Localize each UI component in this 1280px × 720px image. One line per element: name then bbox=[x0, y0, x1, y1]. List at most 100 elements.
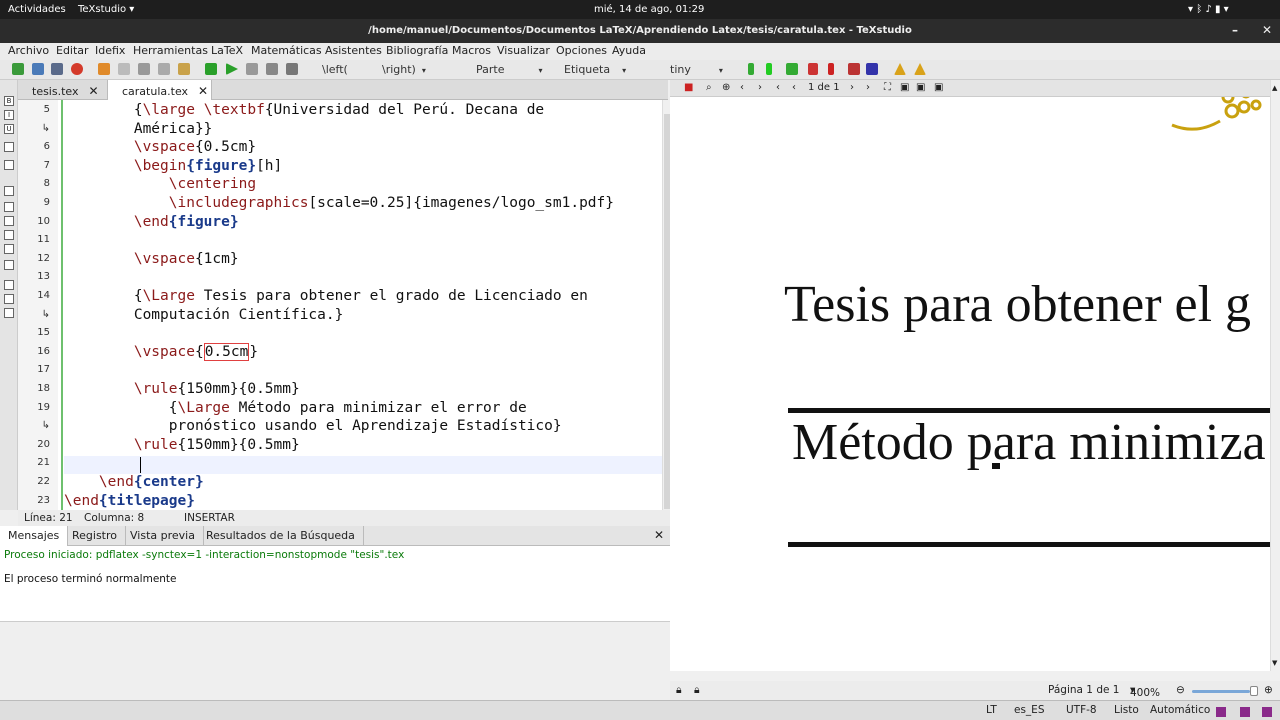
stop-icon[interactable] bbox=[246, 63, 258, 75]
tab-caratula[interactable]: caratula.tex ✕ bbox=[108, 80, 212, 100]
warning-icon[interactable] bbox=[894, 63, 906, 75]
page-indicator[interactable]: 1 de 1 bbox=[808, 82, 840, 93]
view-icon[interactable]: ▣ bbox=[916, 82, 925, 93]
underline-icon[interactable]: U bbox=[4, 124, 14, 134]
code-line[interactable]: \end{center} bbox=[64, 473, 204, 492]
left-delimiter-combo[interactable]: \left( bbox=[322, 63, 348, 76]
redo-icon[interactable] bbox=[118, 63, 130, 75]
next-icon[interactable]: › bbox=[850, 82, 854, 93]
undo-icon[interactable] bbox=[98, 63, 110, 75]
zoom-search-icon[interactable]: ⌕ bbox=[706, 82, 712, 93]
editor-scrollbar[interactable] bbox=[662, 100, 670, 510]
format-icon[interactable] bbox=[4, 280, 14, 290]
format-icon[interactable] bbox=[786, 63, 798, 75]
code-line[interactable]: América}} bbox=[64, 120, 213, 139]
code-line[interactable]: \centering bbox=[64, 175, 256, 194]
zoom-slider[interactable] bbox=[1192, 690, 1250, 693]
lock-icon[interactable]: 🔒︎ bbox=[694, 684, 700, 697]
section-combo[interactable]: Parte ▾ bbox=[476, 63, 543, 76]
prev-page-icon[interactable]: ‹ bbox=[740, 82, 744, 93]
copy-icon[interactable] bbox=[138, 63, 150, 75]
code-line[interactable]: \vspace{0.5cm} bbox=[64, 138, 256, 157]
format-icon[interactable] bbox=[808, 63, 818, 75]
view-icon[interactable]: ▣ bbox=[934, 82, 943, 93]
close-tab-icon[interactable]: ✕ bbox=[89, 84, 99, 98]
zoom-in-icon[interactable]: ⊕ bbox=[722, 82, 730, 93]
zoom-in-icon[interactable]: ⊕ bbox=[1264, 684, 1273, 696]
zoom-level[interactable]: 400% ▾ bbox=[1130, 684, 1160, 699]
menu-archivo[interactable]: Archivo bbox=[8, 44, 49, 57]
list-icon[interactable] bbox=[4, 142, 14, 152]
code-line[interactable]: \rule{150mm}{0.5mm} bbox=[64, 380, 300, 399]
warning-icon[interactable] bbox=[914, 63, 926, 75]
view-pdf-icon[interactable] bbox=[286, 63, 298, 75]
lock-icon[interactable]: 🔒︎ bbox=[676, 684, 682, 697]
right-delimiter-combo[interactable]: \right) ▾ bbox=[382, 63, 426, 76]
zoom-out-icon[interactable]: ⊖ bbox=[1176, 684, 1185, 696]
format-icon[interactable] bbox=[866, 63, 878, 75]
code-editor[interactable]: 5 ↳ 6 7 8 9 10 11 12 13 14 ↳ 15 16 17 18 19 ↳ 20 21 22 23 {\l… bbox=[18, 100, 662, 510]
new-file-icon[interactable] bbox=[12, 63, 24, 75]
tab-resultados-busqueda[interactable]: Resultados de la Búsqueda bbox=[198, 526, 364, 546]
wifi-icon[interactable]: ▾ ᛒ ♪ ▮ ▾ bbox=[1188, 4, 1229, 15]
encoding-selector[interactable]: UTF-8 bbox=[1066, 704, 1097, 716]
paste-icon[interactable] bbox=[178, 63, 190, 75]
menu-matematicas[interactable]: Matemáticas bbox=[251, 44, 322, 57]
code-line[interactable]: Computación Científica.} bbox=[64, 306, 344, 325]
zoom-slider-handle[interactable] bbox=[1250, 686, 1258, 696]
next-page-icon[interactable]: › bbox=[758, 82, 762, 93]
compile-mode[interactable]: Automático bbox=[1150, 704, 1210, 716]
compile-icon[interactable] bbox=[226, 63, 238, 75]
code-line[interactable]: pronóstico usando el Aprendizaje Estadís… bbox=[64, 417, 562, 436]
tab-tesis[interactable]: tesis.tex ✕ bbox=[18, 80, 108, 100]
format-icon[interactable] bbox=[4, 186, 14, 196]
activities-button[interactable]: Actividades bbox=[8, 4, 66, 15]
label-combo[interactable]: Etiqueta ▾ bbox=[564, 63, 626, 76]
minimize-button[interactable]: – bbox=[1232, 23, 1238, 37]
format-icon[interactable] bbox=[766, 63, 772, 75]
menu-latex[interactable]: LaTeX bbox=[211, 44, 243, 57]
pdf-preview[interactable]: Tesis para obtener el g Método para mini… bbox=[670, 97, 1270, 671]
fit-icon[interactable]: ⛶ bbox=[884, 82, 891, 93]
code-line[interactable]: \includegraphics[scale=0.25]{imagenes/lo… bbox=[64, 194, 614, 213]
pdf-scrollbar[interactable]: ▲ ▼ bbox=[1270, 80, 1280, 671]
scroll-down-icon[interactable]: ▼ bbox=[1272, 659, 1277, 667]
menu-asistentes[interactable]: Asistentes bbox=[325, 44, 382, 57]
font-size-combo[interactable]: tiny ▾ bbox=[670, 63, 723, 76]
menu-bibliografia[interactable]: Bibliografía bbox=[386, 44, 448, 57]
code-line[interactable]: \begin{figure}[h] bbox=[64, 157, 282, 176]
last-page-icon[interactable]: › bbox=[866, 82, 870, 93]
menu-visualizar[interactable]: Visualizar bbox=[497, 44, 550, 57]
format-icon[interactable] bbox=[748, 63, 754, 75]
code-line[interactable]: \rule{150mm}{0.5mm} bbox=[64, 436, 300, 455]
pdf-horizontal-scrollbar[interactable] bbox=[670, 671, 1280, 681]
code-line[interactable]: {\large \textbf{Universidad del Perú. De… bbox=[64, 101, 544, 120]
format-icon[interactable] bbox=[848, 63, 860, 75]
format-icon[interactable] bbox=[4, 202, 14, 212]
format-icon[interactable] bbox=[4, 216, 14, 226]
language-selector[interactable]: es_ES bbox=[1014, 704, 1044, 716]
code-line[interactable]: \vspace{0.5cm} bbox=[64, 342, 258, 362]
scroll-up-icon[interactable]: ▲ bbox=[1272, 84, 1277, 92]
close-window-button[interactable]: ✕ bbox=[1262, 23, 1272, 37]
menu-idefix[interactable]: Idefix bbox=[95, 44, 125, 57]
bold-icon[interactable]: B bbox=[4, 96, 14, 106]
menu-editar[interactable]: Editar bbox=[56, 44, 89, 57]
open-file-icon[interactable] bbox=[32, 63, 44, 75]
tab-vista-previa[interactable]: Vista previa bbox=[122, 526, 204, 546]
code-line[interactable]: {\Large Tesis para obtener el grado de L… bbox=[64, 287, 588, 306]
build-view-icon[interactable] bbox=[205, 63, 217, 75]
pdf-sync-icon[interactable]: ■ bbox=[684, 82, 693, 93]
view-icon[interactable]: ▣ bbox=[900, 82, 909, 93]
cut-icon[interactable] bbox=[158, 63, 170, 75]
menu-macros[interactable]: Macros bbox=[452, 44, 491, 57]
menu-opciones[interactable]: Opciones bbox=[556, 44, 607, 57]
menu-herramientas[interactable]: Herramientas bbox=[133, 44, 208, 57]
code-line[interactable]: \end{titlepage} bbox=[64, 492, 195, 510]
align-icon[interactable] bbox=[4, 160, 14, 170]
clock[interactable]: mié, 14 de ago, 01:29 bbox=[594, 4, 704, 15]
save-icon[interactable] bbox=[51, 63, 63, 75]
code-line[interactable]: \vspace{1cm} bbox=[64, 250, 239, 269]
menu-ayuda[interactable]: Ayuda bbox=[612, 44, 646, 57]
prev-icon[interactable]: ‹ bbox=[792, 82, 796, 93]
